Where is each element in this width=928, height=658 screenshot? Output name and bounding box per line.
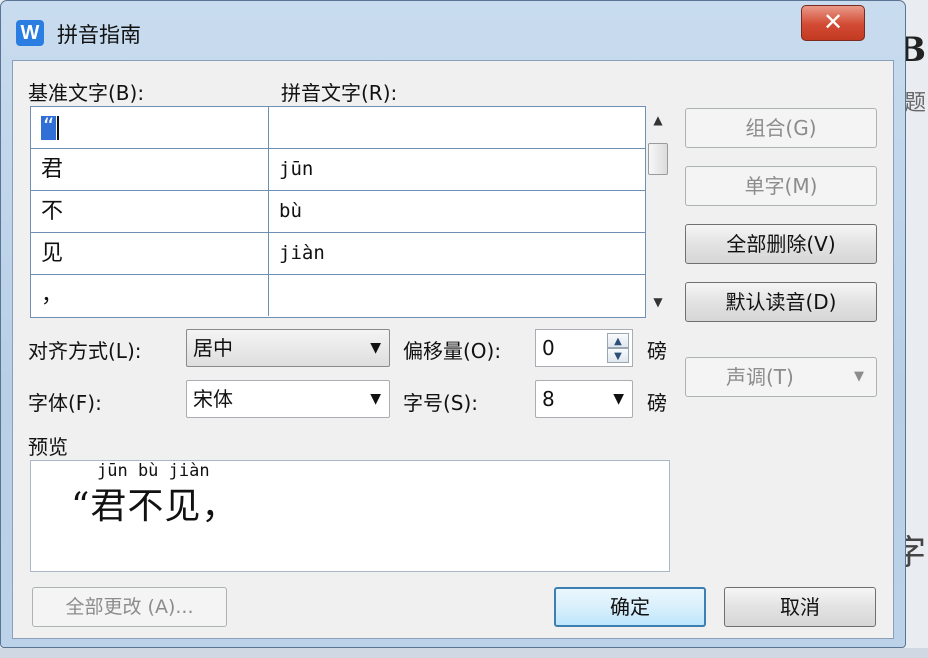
dropdown-arrow-icon: ▼ (613, 391, 624, 407)
background-taskbar-strip (0, 648, 928, 658)
tone-button[interactable]: 声调(T) ▼ (685, 357, 877, 397)
offset-unit-label: 磅 (647, 339, 667, 363)
base-text-label: 基准文字(B): (28, 81, 145, 105)
font-size-value: 8 (542, 387, 555, 411)
grid-row: ， (31, 275, 645, 317)
font-size-label: 字号(S): (403, 391, 479, 415)
grid-row: 不 bù (31, 191, 645, 233)
change-all-button[interactable]: 全部更改 (A)... (32, 587, 227, 627)
scroll-up-icon[interactable]: ▲ (646, 110, 670, 130)
base-text-cell[interactable]: 见 (31, 233, 269, 274)
tone-button-label: 声调(T) (726, 365, 794, 389)
close-button[interactable]: ✕ (801, 5, 865, 41)
dropdown-arrow-icon: ▼ (854, 369, 864, 384)
font-size-unit-label: 磅 (647, 391, 667, 415)
offset-value: 0 (542, 336, 555, 360)
base-text-cell[interactable]: “ (31, 107, 269, 148)
spin-up-icon[interactable]: ▲ (607, 333, 629, 348)
font-label: 字体(F): (28, 391, 102, 415)
grid-row: 君 jūn (31, 149, 645, 191)
base-text-cell[interactable]: 君 (31, 149, 269, 190)
base-text-cell[interactable]: ， (31, 275, 269, 316)
delete-all-button[interactable]: 全部删除(V) (685, 224, 877, 264)
offset-label: 偏移量(O): (403, 339, 502, 363)
preview-text: “君不见， (71, 486, 239, 527)
font-size-select[interactable]: 8 ▼ (535, 380, 633, 418)
alignment-value: 居中 (193, 336, 233, 360)
background-glyph-ti: 题 (903, 91, 926, 116)
selected-base-text: “ (41, 115, 57, 140)
dialog-title: 拼音指南 (57, 23, 141, 47)
base-text-cell[interactable]: 不 (31, 191, 269, 232)
pinyin-cell[interactable] (269, 275, 645, 316)
close-icon: ✕ (822, 8, 844, 36)
pinyin-cell[interactable]: bù (269, 191, 645, 232)
grid-row: “ (31, 107, 645, 149)
pinyin-cell[interactable] (269, 107, 645, 148)
pinyin-guide-dialog: W 拼音指南 ✕ 基准文字(B): 拼音文字(R): “ 君 jūn 不 bù … (0, 0, 906, 648)
dropdown-arrow-icon: ▼ (370, 340, 381, 356)
text-caret (57, 116, 60, 140)
pinyin-cell[interactable]: jūn (269, 149, 645, 190)
font-value: 宋体 (193, 387, 233, 411)
title-bar[interactable]: W 拼音指南 ✕ (1, 1, 907, 57)
default-reading-button[interactable]: 默认读音(D) (685, 282, 877, 322)
app-logo-icon: W (16, 20, 44, 46)
scrollbar-thumb[interactable] (648, 143, 668, 175)
scroll-down-icon[interactable]: ▼ (646, 292, 670, 312)
dropdown-arrow-icon: ▼ (370, 391, 381, 407)
ok-button[interactable]: 确定 (554, 587, 706, 627)
grid-row: 见 jiàn (31, 233, 645, 275)
single-char-button[interactable]: 单字(M) (685, 166, 877, 206)
grid-scrollbar[interactable]: ▲ ▼ (646, 106, 670, 318)
pinyin-grid: “ 君 jūn 不 bù 见 jiàn ， (30, 106, 646, 318)
offset-stepper[interactable]: 0 ▲ ▼ (535, 329, 633, 367)
font-select[interactable]: 宋体 ▼ (186, 380, 390, 418)
alignment-label: 对齐方式(L): (28, 339, 142, 363)
alignment-select[interactable]: 居中 ▼ (186, 329, 390, 367)
spin-down-icon[interactable]: ▼ (607, 348, 629, 363)
pinyin-text-label: 拼音文字(R): (281, 81, 398, 105)
preview-box: jūn bù jiàn “君不见， (30, 460, 670, 572)
pinyin-cell[interactable]: jiàn (269, 233, 645, 274)
dialog-body: 基准文字(B): 拼音文字(R): “ 君 jūn 不 bù 见 jiàn ， (12, 60, 894, 639)
group-button[interactable]: 组合(G) (685, 108, 877, 148)
preview-label: 预览 (28, 435, 68, 459)
cancel-button[interactable]: 取消 (724, 587, 876, 627)
